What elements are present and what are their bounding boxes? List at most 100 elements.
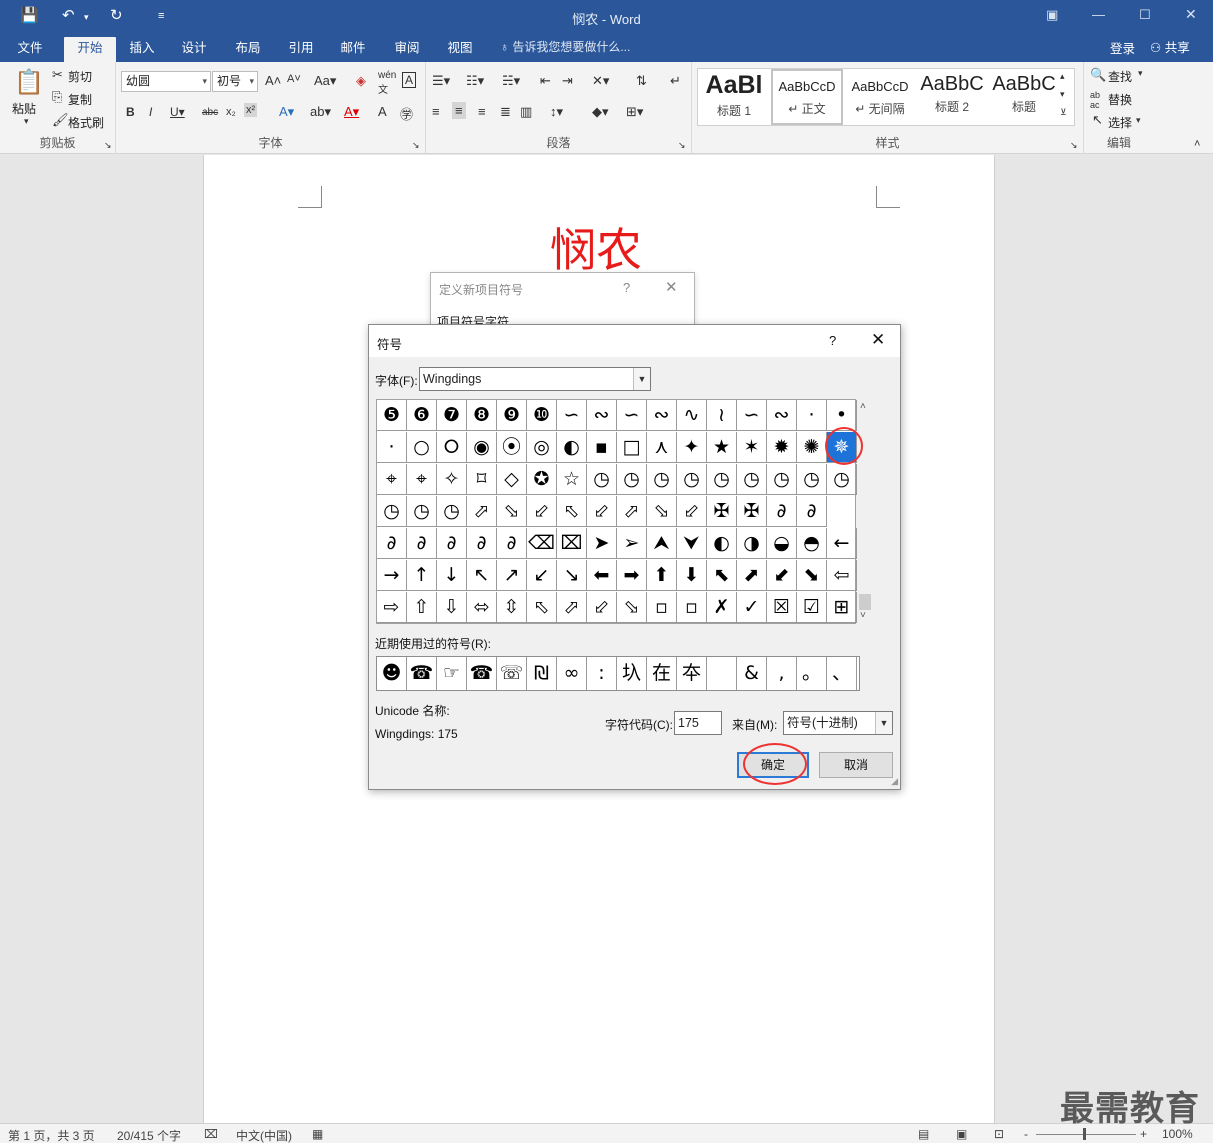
style-heading-2[interactable]: AaBbC 标题 2 [916,69,988,125]
style-no-spacing[interactable]: AaBbCcD ↵ 无间隔 [844,69,916,125]
resize-grip-icon[interactable]: ◢ [891,776,898,787]
line-spacing-icon[interactable]: ↕▾ [550,104,563,120]
copy-button[interactable]: 复制 [68,91,92,108]
shading-icon[interactable]: ◆▾ [592,104,609,120]
symbol-cell[interactable]: ∾ [767,400,797,431]
zoom-slider-track[interactable] [1036,1134,1136,1135]
symbol-cell[interactable]: • [827,400,857,431]
close-icon[interactable]: ✕ [665,278,678,296]
recent-symbol-cell[interactable]: , [767,657,797,690]
from-select[interactable]: 符号(十进制) ▼ [783,711,893,735]
symbol-cell[interactable]: ⬊ [797,560,827,591]
subscript-icon[interactable]: x₂ [226,106,236,118]
symbol-cell[interactable]: ↑ [407,560,437,591]
symbol-cell[interactable]: ◇ [497,464,527,495]
recent-symbol-cell[interactable]: & [737,657,767,690]
symbol-cell[interactable]: ➢ [617,528,647,559]
symbol-cell[interactable]: ◷ [647,464,677,495]
recent-symbol-cell[interactable]: 在 [647,657,677,690]
symbol-cell[interactable]: ⌖ [377,464,407,495]
symbol-cell[interactable]: ⬅ [587,560,617,591]
underline-icon[interactable]: U▾ [170,105,185,119]
minimize-icon[interactable]: — [1092,7,1105,22]
distributed-icon[interactable]: ▥ [520,104,532,120]
select-button[interactable]: 选择 [1108,114,1132,131]
cut-button[interactable]: 剪切 [68,68,92,85]
symbol-cell[interactable]: ⮝ [647,528,677,559]
symbol-cell[interactable]: ◷ [797,464,827,495]
tab-review[interactable]: 审阅 [387,37,427,62]
symbol-cell[interactable]: ⬁ [557,496,587,527]
recent-symbol-cell[interactable]: 夲 [677,657,707,690]
symbol-cell[interactable]: ↗ [497,560,527,591]
symbol-cell[interactable]: ⬆ [647,560,677,591]
recent-symbol-cell[interactable]: ☻ [377,657,407,690]
symbol-cell[interactable]: ✠ [707,496,737,527]
scroll-down-icon[interactable]: ˅ [860,610,866,621]
bold-icon[interactable]: B [126,105,135,119]
symbol-cell[interactable]: ← [827,528,857,559]
symbol-cell[interactable]: ◎ [527,432,557,463]
symbol-cell[interactable]: ✹ [767,432,797,463]
tab-design[interactable]: 设计 [174,37,214,62]
symbol-cell[interactable]: ◷ [827,464,857,495]
font-select[interactable]: Wingdings ▼ [419,367,651,391]
recent-symbol-cell[interactable]: ☎ [467,657,497,690]
recent-symbol-cell[interactable] [707,657,737,690]
symbol-cell[interactable]: ⌑ [467,464,497,495]
select-icon[interactable]: ↖ [1092,112,1103,128]
symbol-cell[interactable]: ⌧ [557,528,587,559]
print-layout-icon[interactable]: ▣ [956,1127,967,1141]
tab-home[interactable]: 开始 [64,37,116,62]
font-launcher-icon[interactable]: ↘ [412,140,420,151]
symbol-cell[interactable]: ∾ [587,400,617,431]
symbol-cell[interactable]: ⇳ [497,592,527,623]
bullets-icon[interactable]: ☰▾ [432,73,450,89]
paragraph-launcher-icon[interactable]: ↘ [678,140,686,151]
help-icon[interactable]: ? [829,333,836,348]
symbol-cell[interactable]: ⬂ [617,592,647,623]
symbol-cell[interactable]: ➡ [617,560,647,591]
font-size-combo[interactable]: 初号 ▾ [212,71,258,92]
symbol-cell[interactable]: ◷ [737,464,767,495]
symbol-cell[interactable]: ◒ [767,528,797,559]
tell-me-box[interactable]: ♁ 告诉我您想要做什么... [500,38,630,55]
symbol-cell[interactable]: ⇦ [827,560,857,591]
web-layout-icon[interactable]: ⊡ [994,1127,1004,1141]
symbol-cell[interactable]: ⬇ [677,560,707,591]
symbol-cell[interactable]: ⬃ [587,592,617,623]
symbol-cell[interactable]: ∂ [497,528,527,559]
symbol-cell[interactable]: ◷ [377,496,407,527]
styles-more-icon[interactable]: ⊻ [1060,107,1067,118]
symbol-cell[interactable]: ∂ [437,528,467,559]
help-icon[interactable]: ? [623,280,630,295]
symbol-cell[interactable]: ∂ [377,528,407,559]
symbol-cell[interactable]: ▪ [587,432,617,463]
style-normal[interactable]: AaBbCcD ↵ 正文 [771,69,843,125]
ok-button[interactable]: 确定 [737,752,809,778]
symbol-cell[interactable]: ✶ [737,432,767,463]
char-border-icon[interactable]: A [402,72,417,88]
symbol-cell[interactable]: ⬁ [527,592,557,623]
symbol-cell[interactable]: ≀ [707,400,737,431]
symbol-cell[interactable]: ✵ [827,432,857,463]
replace-button[interactable]: 替换 [1108,91,1132,108]
document-heading[interactable]: 悯农 [550,214,642,280]
symbol-cell[interactable]: ◐ [707,528,737,559]
symbol-cell[interactable]: ⋏ [647,432,677,463]
close-icon[interactable]: ✕ [871,330,885,350]
symbol-cell[interactable]: ✠ [737,496,767,527]
symbol-cell[interactable]: ⊞ [827,592,857,623]
style-title[interactable]: AaBbC 标题 [988,69,1060,125]
symbol-cell[interactable]: ⬈ [737,560,767,591]
clipboard-launcher-icon[interactable]: ↘ [104,140,112,151]
symbol-cell[interactable]: ✓ [737,592,767,623]
symbol-cell[interactable]: ⬂ [497,496,527,527]
italic-icon[interactable]: I [149,105,152,119]
symbol-cell[interactable]: ❾ [497,400,527,431]
style-heading-1[interactable]: AaBl 标题 1 [698,69,770,125]
chevron-down-icon[interactable]: ▼ [633,368,650,390]
paste-dropdown-icon[interactable]: ▾ [24,116,29,127]
symbol-cell[interactable]: ◷ [617,464,647,495]
symbol-cell[interactable]: ☑ [797,592,827,623]
